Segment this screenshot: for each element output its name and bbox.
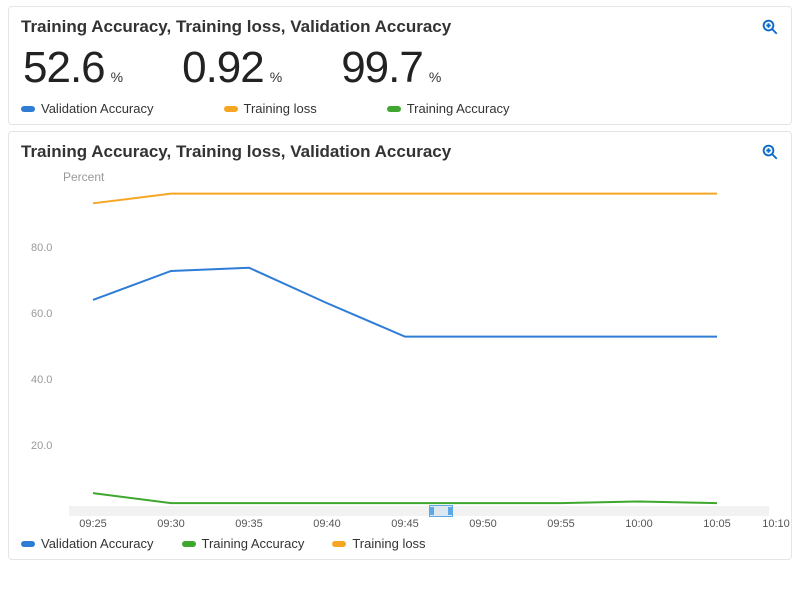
chart-title: Training Accuracy, Training loss, Valida… bbox=[21, 142, 451, 162]
y-axis-title: Percent bbox=[63, 170, 104, 184]
chart-legend: Validation Accuracy Training Accuracy Tr… bbox=[21, 536, 779, 551]
legend-item-training-loss[interactable]: Training loss bbox=[224, 101, 317, 116]
stat-training-loss: 0.92 % bbox=[182, 43, 281, 93]
y-tick-label: 20.0 bbox=[31, 440, 52, 452]
legend-swatch bbox=[182, 541, 196, 547]
legend-label: Training loss bbox=[244, 101, 317, 116]
chart-area[interactable]: Percent 80.0 60.0 40.0 20.0 09:25 09:30 … bbox=[21, 168, 779, 528]
stat-value-number: 99.7 bbox=[341, 43, 423, 93]
stat-training-accuracy: 99.7 % bbox=[341, 43, 440, 93]
y-tick-label: 60.0 bbox=[31, 308, 52, 320]
summary-panel: Training Accuracy, Training loss, Valida… bbox=[8, 6, 792, 125]
x-tick-label: 10:10 bbox=[762, 518, 790, 530]
series-line bbox=[93, 268, 717, 337]
x-tick-label: 09:45 bbox=[391, 518, 419, 530]
legend-swatch bbox=[21, 541, 35, 547]
x-tick-label: 09:30 bbox=[157, 518, 185, 530]
summary-header: Training Accuracy, Training loss, Valida… bbox=[21, 17, 779, 37]
stat-unit: % bbox=[429, 69, 440, 85]
x-tick-label: 09:35 bbox=[235, 518, 263, 530]
legend-swatch bbox=[21, 106, 35, 112]
legend-item-validation-accuracy[interactable]: Validation Accuracy bbox=[21, 536, 154, 551]
series-line bbox=[93, 194, 717, 204]
series-line bbox=[93, 493, 717, 503]
chart-panel: Training Accuracy, Training loss, Valida… bbox=[8, 131, 792, 560]
x-tick-label: 09:50 bbox=[469, 518, 497, 530]
legend-swatch bbox=[332, 541, 346, 547]
legend-item-training-accuracy[interactable]: Training Accuracy bbox=[387, 101, 510, 116]
x-tick-label: 09:55 bbox=[547, 518, 575, 530]
x-tick-label: 09:25 bbox=[79, 518, 107, 530]
y-tick-label: 80.0 bbox=[31, 242, 52, 254]
x-tick-label: 10:05 bbox=[703, 518, 731, 530]
stat-validation-accuracy: 52.6 % bbox=[23, 43, 122, 93]
legend-item-validation-accuracy[interactable]: Validation Accuracy bbox=[21, 101, 154, 116]
stats-row: 52.6 % 0.92 % 99.7 % bbox=[21, 43, 779, 93]
chart-lines bbox=[69, 184, 769, 514]
legend-swatch bbox=[224, 106, 238, 112]
stat-unit: % bbox=[270, 69, 281, 85]
legend-label: Validation Accuracy bbox=[41, 536, 154, 551]
summary-title: Training Accuracy, Training loss, Valida… bbox=[21, 17, 451, 37]
y-tick-label: 40.0 bbox=[31, 374, 52, 386]
summary-legend: Validation Accuracy Training loss Traini… bbox=[21, 101, 779, 116]
stat-unit: % bbox=[111, 69, 122, 85]
zoom-icon[interactable] bbox=[761, 143, 779, 161]
x-tick-label: 09:40 bbox=[313, 518, 341, 530]
legend-item-training-accuracy[interactable]: Training Accuracy bbox=[182, 536, 305, 551]
chart-header: Training Accuracy, Training loss, Valida… bbox=[21, 142, 779, 162]
legend-label: Training Accuracy bbox=[407, 101, 510, 116]
legend-swatch bbox=[387, 106, 401, 112]
zoom-icon[interactable] bbox=[761, 18, 779, 36]
stat-value-number: 52.6 bbox=[23, 43, 105, 93]
legend-label: Training loss bbox=[352, 536, 425, 551]
legend-item-training-loss[interactable]: Training loss bbox=[332, 536, 425, 551]
legend-label: Validation Accuracy bbox=[41, 101, 154, 116]
legend-label: Training Accuracy bbox=[202, 536, 305, 551]
stat-value-number: 0.92 bbox=[182, 43, 264, 93]
x-tick-label: 10:00 bbox=[625, 518, 653, 530]
